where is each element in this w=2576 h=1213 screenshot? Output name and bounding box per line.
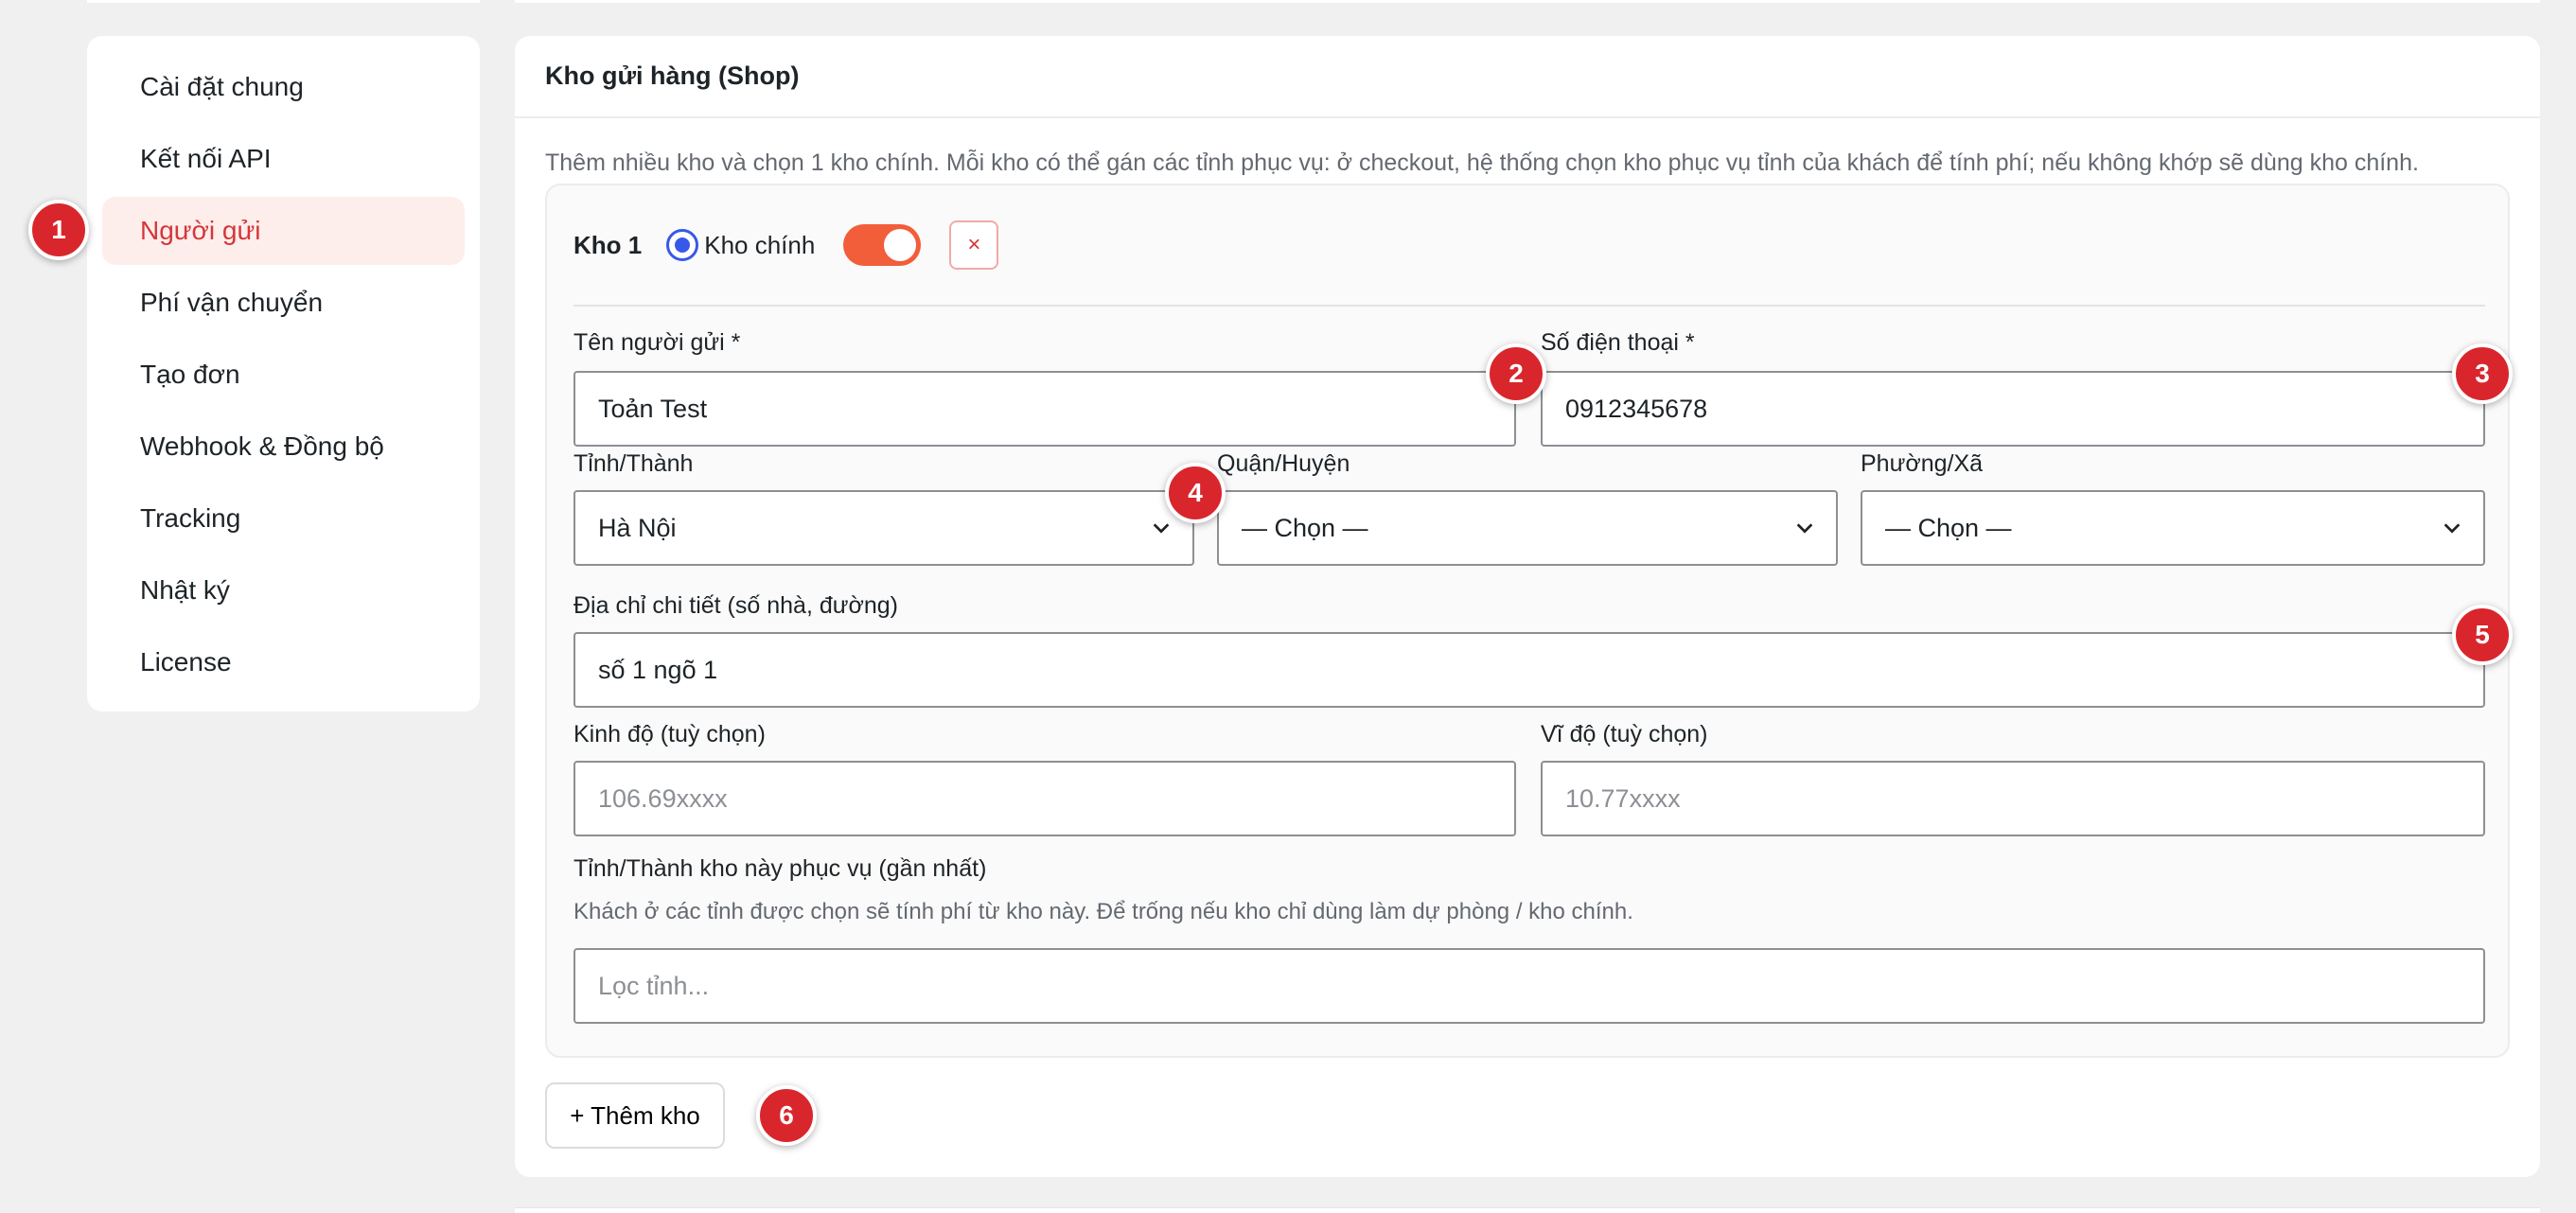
chevron-down-icon [1796,523,1813,534]
remove-warehouse-button[interactable]: × [949,220,999,270]
sidebar-item-api[interactable]: Kết nối API [102,125,465,193]
top-strip [515,0,2540,3]
province-filter-input[interactable]: Lọc tỉnh... [573,948,2485,1024]
sidebar-item-shipping-fee[interactable]: Phí vận chuyển [102,269,465,337]
sender-name-field[interactable]: Toản Test [573,371,1516,447]
address-field[interactable]: số 1 ngõ 1 [573,632,2485,708]
add-warehouse-button[interactable]: + Thêm kho [545,1082,725,1149]
sidebar-item-license[interactable]: License [102,628,465,696]
warehouse-card: Kho gửi hàng (Shop) Thêm nhiều kho và ch… [515,36,2540,1177]
district-select[interactable]: — Chọn — [1217,490,1838,566]
served-provinces-hint: Khách ở các tỉnh được chọn sẽ tính phí t… [573,899,1633,924]
sidebar-item-general[interactable]: Cài đặt chung [102,53,465,121]
province-label: Tỉnh/Thành [573,450,694,477]
card-title: Kho gửi hàng (Shop) [515,36,2540,118]
warehouse-title: Kho 1 [573,230,643,259]
longitude-label: Kinh độ (tuỳ chọn) [573,721,766,747]
served-provinces-label: Tỉnh/Thành kho này phục vụ (gần nhất) [573,855,987,882]
warehouse-header: Kho 1 Kho chính × [573,185,2485,307]
province-select[interactable]: Hà Nội [573,490,1194,566]
warehouse-enabled-toggle[interactable] [843,224,922,266]
close-icon: × [967,232,981,257]
address-label: Địa chỉ chi tiết (số nhà, đường) [573,592,899,619]
top-strip [87,0,480,3]
radio-icon[interactable] [666,229,699,261]
longitude-field[interactable]: 106.69xxxx [573,761,1516,836]
next-card-edge [515,1207,2540,1213]
settings-sidebar: Cài đặt chung Kết nối API Người gửi Phí … [87,36,480,712]
step-marker: 2 [1486,343,1546,404]
page-root: Cài đặt chung Kết nối API Người gửi Phí … [0,0,2576,1213]
phone-label: Số điện thoại * [1541,329,1695,356]
step-marker: 4 [1165,463,1226,523]
ward-select[interactable]: — Chọn — [1861,490,2485,566]
latitude-label: Vĩ độ (tuỳ chọn) [1541,721,1708,747]
primary-warehouse-radio[interactable]: Kho chính [666,229,815,261]
sidebar-item-create-order[interactable]: Tạo đơn [102,341,465,409]
phone-field[interactable]: 0912345678 [1541,371,2485,447]
sidebar-item-webhook[interactable]: Webhook & Đồng bộ [102,413,465,481]
step-marker: 3 [2452,343,2513,404]
step-marker: 5 [2452,605,2513,665]
latitude-field[interactable]: 10.77xxxx [1541,761,2485,836]
step-marker: 1 [28,200,89,260]
sidebar-item-sender[interactable]: Người gửi [102,197,465,265]
district-label: Quận/Huyện [1217,450,1350,477]
sender-name-label: Tên người gửi * [573,329,741,356]
ward-label: Phường/Xã [1861,450,1984,477]
card-description: Thêm nhiều kho và chọn 1 kho chính. Mỗi … [545,149,2419,176]
warehouse-panel: Kho 1 Kho chính × Tên người gửi * Toản T… [545,184,2510,1058]
chevron-down-icon [1153,523,1170,534]
chevron-down-icon [2444,523,2461,534]
primary-warehouse-label: Kho chính [704,230,816,259]
step-marker: 6 [756,1085,817,1146]
sidebar-item-tracking[interactable]: Tracking [102,484,465,553]
sidebar-item-log[interactable]: Nhật ký [102,556,465,624]
